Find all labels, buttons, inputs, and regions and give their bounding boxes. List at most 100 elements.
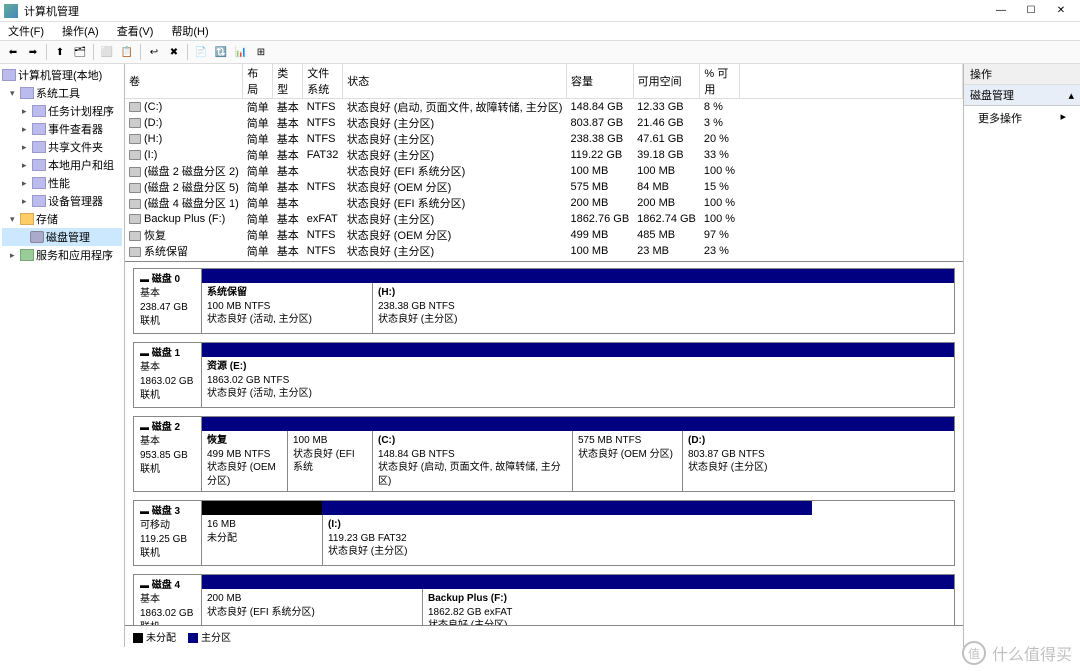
partition[interactable]: (D:)803.87 GB NTFS状态良好 (主分区) (682, 431, 932, 491)
table-row[interactable]: (磁盘 2 磁盘分区 5)简单基本NTFS状态良好 (OEM 分区)575 MB… (125, 179, 963, 195)
volume-icon (129, 199, 141, 209)
partition[interactable]: (C:)148.84 GB NTFS状态良好 (启动, 页面文件, 故障转储, … (372, 431, 572, 491)
close-button[interactable]: ✕ (1046, 1, 1076, 21)
menu-view[interactable]: 查看(V) (113, 23, 158, 39)
menu-file[interactable]: 文件(F) (4, 23, 48, 39)
disk-info: ▬ 磁盘 2基本953.85 GB联机 (134, 417, 202, 491)
tree-system-tools[interactable]: ▾系统工具 (2, 84, 122, 102)
table-row[interactable]: (磁盘 4 磁盘分区 1)简单基本状态良好 (EFI 系统分区)200 MB20… (125, 195, 963, 211)
volume-icon (129, 247, 141, 257)
disk-block[interactable]: ▬ 磁盘 3可移动119.25 GB联机16 MB未分配 (I:)119.23 … (133, 500, 955, 566)
partition[interactable]: (I:)119.23 GB FAT32状态良好 (主分区) (322, 515, 812, 565)
menu-help[interactable]: 帮助(H) (167, 23, 212, 39)
table-row[interactable]: (D:)简单基本NTFS状态良好 (主分区)803.87 GB21.46 GB3… (125, 115, 963, 131)
actions-section[interactable]: 磁盘管理▴ (964, 85, 1080, 106)
tree-storage[interactable]: ▾存储 (2, 210, 122, 228)
toolbar-btn-13[interactable]: 🔃 (212, 43, 230, 61)
tree-sys-item[interactable]: ▸性能 (2, 174, 122, 192)
toolbar-btn-6[interactable]: ⬜ (98, 43, 116, 61)
volume-icon (129, 102, 141, 112)
partition[interactable]: 575 MB NTFS状态良好 (OEM 分区) (572, 431, 682, 491)
col-volume[interactable]: 卷 (125, 64, 243, 99)
volume-icon (129, 167, 141, 177)
col-pct[interactable]: % 可用 (700, 64, 740, 99)
legend-primary-swatch (188, 633, 198, 643)
toolbar-btn-3[interactable]: ⬆ (51, 43, 69, 61)
toolbar-btn-10[interactable]: ✖ (165, 43, 183, 61)
toolbar-btn-4[interactable]: 🗂 (71, 43, 89, 61)
partition[interactable]: 资源 (E:)1863.02 GB NTFS状态良好 (活动, 主分区) (202, 357, 932, 407)
disk-info: ▬ 磁盘 1基本1863.02 GB联机 (134, 343, 202, 407)
table-row[interactable]: (H:)简单基本NTFS状态良好 (主分区)238.38 GB47.61 GB2… (125, 131, 963, 147)
col-status[interactable]: 状态 (343, 64, 567, 99)
partition[interactable]: (H:)238.38 GB NTFS状态良好 (主分区) (372, 283, 932, 333)
disk-info: ▬ 磁盘 4基本1863.02 GB联机 (134, 575, 202, 625)
table-header-row: 卷 布局 类型 文件系统 状态 容量 可用空间 % 可用 (125, 64, 963, 99)
toolbar: ⬅➡ ⬆🗂 ⬜📋 ↩✖ 📄🔃📊⊞ (0, 40, 1080, 64)
menu-bar: 文件(F) 操作(A) 查看(V) 帮助(H) (0, 22, 1080, 40)
volume-icon (129, 118, 141, 128)
table-row[interactable]: 系统保留简单基本NTFS状态良好 (主分区)100 MB23 MB23 % (125, 243, 963, 259)
table-row[interactable]: 恢复简单基本NTFS状态良好 (OEM 分区)499 MB485 MB97 % (125, 227, 963, 243)
toolbar-btn-14[interactable]: 📊 (232, 43, 250, 61)
tree-sys-item[interactable]: ▸事件查看器 (2, 120, 122, 138)
minimize-button[interactable]: — (986, 1, 1016, 21)
toolbar-btn-0[interactable]: ⬅ (4, 43, 22, 61)
table-row[interactable]: Backup Plus (F:)简单基本exFAT状态良好 (主分区)1862.… (125, 211, 963, 227)
tree-pane: 计算机管理(本地) ▾系统工具 ▸任务计划程序▸事件查看器▸共享文件夹▸本地用户… (0, 64, 125, 647)
toolbar-btn-7[interactable]: 📋 (118, 43, 136, 61)
volume-icon (129, 150, 141, 160)
graphical-view[interactable]: ▬ 磁盘 0基本238.47 GB联机系统保留100 MB NTFS状态良好 (… (125, 262, 963, 625)
toolbar-btn-1[interactable]: ➡ (24, 43, 42, 61)
table-row[interactable]: (磁盘 2 磁盘分区 2)简单基本状态良好 (EFI 系统分区)100 MB10… (125, 163, 963, 179)
legend-primary-label: 主分区 (201, 633, 231, 644)
partition[interactable]: 100 MB状态良好 (EFI 系统 (287, 431, 372, 491)
window-title: 计算机管理 (24, 3, 986, 19)
legend: 未分配 主分区 (125, 625, 963, 647)
partition[interactable]: 系统保留100 MB NTFS状态良好 (活动, 主分区) (202, 283, 372, 333)
disk-info: ▬ 磁盘 3可移动119.25 GB联机 (134, 501, 202, 565)
disk-info: ▬ 磁盘 0基本238.47 GB联机 (134, 269, 202, 333)
volume-icon (129, 134, 141, 144)
col-free[interactable]: 可用空间 (633, 64, 700, 99)
maximize-button[interactable]: ☐ (1016, 1, 1046, 21)
partition[interactable]: 恢复499 MB NTFS状态良好 (OEM 分区) (202, 431, 287, 491)
tree-services[interactable]: ▸服务和应用程序 (2, 246, 122, 264)
table-row[interactable]: (I:)简单基本FAT32状态良好 (主分区)119.22 GB39.18 GB… (125, 147, 963, 163)
disk-block[interactable]: ▬ 磁盘 4基本1863.02 GB联机200 MB状态良好 (EFI 系统分区… (133, 574, 955, 625)
center-pane: 卷 布局 类型 文件系统 状态 容量 可用空间 % 可用 (C:)简单基本NTF… (125, 64, 964, 647)
chevron-right-icon: ▸ (1060, 110, 1066, 126)
partition[interactable]: 200 MB状态良好 (EFI 系统分区) (202, 589, 422, 625)
volume-icon (129, 183, 141, 193)
disk-block[interactable]: ▬ 磁盘 2基本953.85 GB联机恢复499 MB NTFS状态良好 (OE… (133, 416, 955, 492)
app-icon (4, 4, 18, 18)
legend-unalloc-label: 未分配 (146, 633, 176, 644)
col-type[interactable]: 类型 (273, 64, 303, 99)
table-row[interactable]: (C:)简单基本NTFS状态良好 (启动, 页面文件, 故障转储, 主分区)14… (125, 99, 963, 116)
tree-sys-item[interactable]: ▸任务计划程序 (2, 102, 122, 120)
toolbar-btn-12[interactable]: 📄 (192, 43, 210, 61)
disk-block[interactable]: ▬ 磁盘 0基本238.47 GB联机系统保留100 MB NTFS状态良好 (… (133, 268, 955, 334)
partition[interactable]: 16 MB未分配 (202, 515, 322, 565)
actions-header: 操作 (964, 64, 1080, 85)
menu-action[interactable]: 操作(A) (58, 23, 103, 39)
volume-icon (129, 214, 141, 224)
legend-unalloc-swatch (133, 633, 143, 643)
actions-pane: 操作 磁盘管理▴ 更多操作▸ (964, 64, 1080, 647)
actions-more[interactable]: 更多操作▸ (964, 106, 1080, 130)
disk-block[interactable]: ▬ 磁盘 1基本1863.02 GB联机资源 (E:)1863.02 GB NT… (133, 342, 955, 408)
col-capacity[interactable]: 容量 (566, 64, 633, 99)
toolbar-btn-9[interactable]: ↩ (145, 43, 163, 61)
volume-table[interactable]: 卷 布局 类型 文件系统 状态 容量 可用空间 % 可用 (C:)简单基本NTF… (125, 64, 963, 262)
toolbar-btn-15[interactable]: ⊞ (252, 43, 270, 61)
partition[interactable]: Backup Plus (F:)1862.82 GB exFAT状态良好 (主分… (422, 589, 932, 625)
col-layout[interactable]: 布局 (243, 64, 273, 99)
col-fs[interactable]: 文件系统 (303, 64, 343, 99)
tree-sys-item[interactable]: ▸设备管理器 (2, 192, 122, 210)
tree-root[interactable]: 计算机管理(本地) (2, 66, 122, 84)
collapse-icon: ▴ (1068, 89, 1074, 102)
volume-icon (129, 231, 141, 241)
tree-disk-mgmt[interactable]: 磁盘管理 (2, 228, 122, 246)
tree-sys-item[interactable]: ▸共享文件夹 (2, 138, 122, 156)
tree-sys-item[interactable]: ▸本地用户和组 (2, 156, 122, 174)
